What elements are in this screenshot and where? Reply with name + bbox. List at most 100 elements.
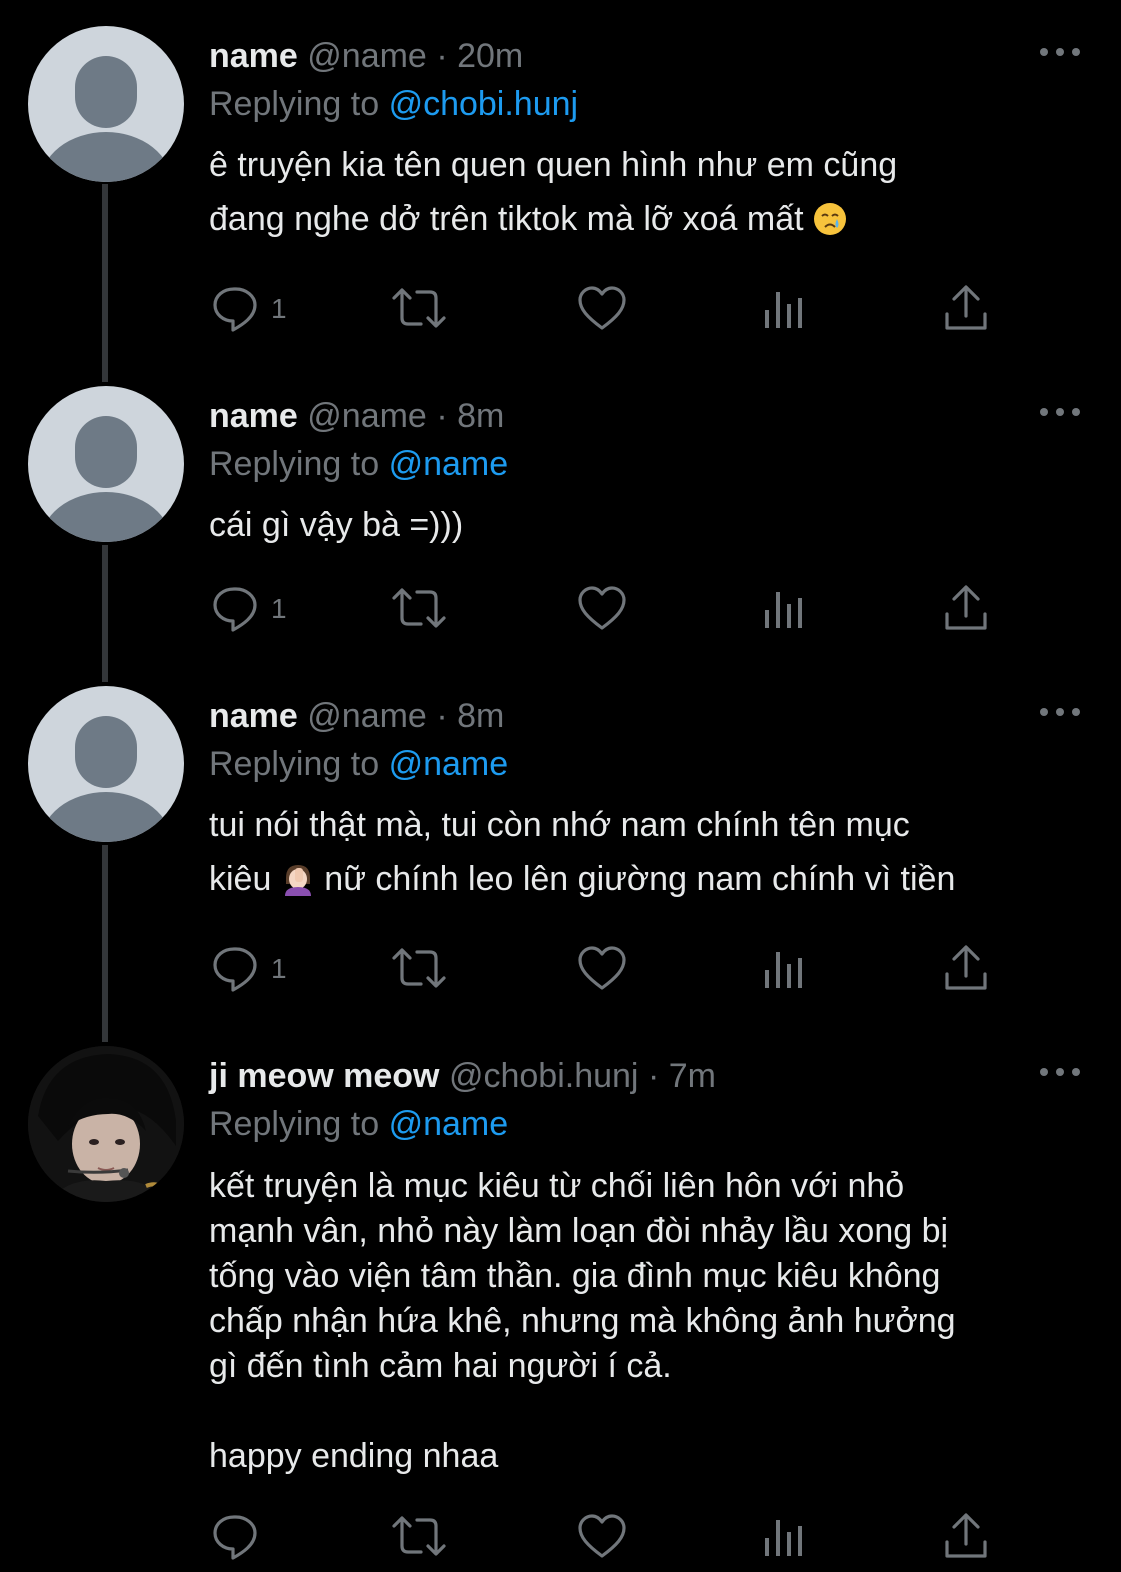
tweet-actions: 1 xyxy=(0,284,1121,344)
share-button[interactable] xyxy=(943,1512,989,1562)
user-handle[interactable]: @name xyxy=(307,697,427,735)
display-name[interactable]: name xyxy=(209,37,298,75)
tweet-header: name @name · 20m xyxy=(209,36,523,76)
tweet-header: name @name · 8m xyxy=(209,696,504,736)
retweet-icon xyxy=(392,1516,446,1556)
analytics-icon xyxy=(765,592,802,628)
more-options-icon[interactable] xyxy=(1040,1066,1080,1078)
tweet-actions xyxy=(0,1512,1121,1572)
replying-to: Replying to @name xyxy=(209,1104,508,1144)
mention-link[interactable]: @name xyxy=(389,445,509,483)
replying-to-label: Replying to xyxy=(209,745,380,783)
display-name[interactable]: name xyxy=(209,397,298,435)
tweet-text-line: happy ending nhaa xyxy=(209,1437,499,1475)
timestamp[interactable]: 20m xyxy=(457,37,523,75)
woman-facepalming-emoji-icon xyxy=(281,858,315,896)
retweet-icon xyxy=(392,948,446,988)
analytics-button[interactable] xyxy=(762,584,806,634)
replying-to: Replying to @name xyxy=(209,444,508,484)
more-options-icon[interactable] xyxy=(1040,706,1080,718)
reply-count: 1 xyxy=(271,953,287,984)
analytics-button[interactable] xyxy=(762,284,806,334)
tweet-header: name @name · 8m xyxy=(209,396,504,436)
tweet-text: cái gì vậy bà =))) xyxy=(209,498,1089,552)
mention-link[interactable]: @chobi.hunj xyxy=(389,85,579,123)
timestamp[interactable]: 8m xyxy=(457,697,504,735)
avatar[interactable] xyxy=(28,686,184,842)
reply-button[interactable]: 1 xyxy=(211,584,287,634)
crying-face-emoji-icon xyxy=(813,198,847,235)
avatar[interactable] xyxy=(28,1046,184,1202)
replying-to-label: Replying to xyxy=(209,85,380,123)
reply-icon xyxy=(213,587,257,632)
share-button[interactable] xyxy=(943,284,989,334)
tweet-actions: 1 xyxy=(0,944,1121,1004)
heart-icon xyxy=(578,586,626,630)
reply-button[interactable]: 1 xyxy=(211,944,287,994)
user-handle[interactable]: @chobi.hunj xyxy=(449,1057,639,1095)
separator-dot: · xyxy=(436,397,448,435)
tweet-text: kết truyện là mục kiêu từ chối liên hôn … xyxy=(209,1164,1089,1479)
tweet-text-line: cái gì vậy bà =))) xyxy=(209,506,464,544)
replying-to-label: Replying to xyxy=(209,445,380,483)
share-button[interactable] xyxy=(943,944,989,994)
mention-link[interactable]: @name xyxy=(389,745,509,783)
analytics-icon xyxy=(765,952,802,988)
heart-icon xyxy=(578,286,626,330)
default-avatar-icon xyxy=(40,416,172,542)
avatar[interactable] xyxy=(28,26,184,182)
reply-button[interactable]: 1 xyxy=(211,284,287,334)
separator-dot: · xyxy=(436,37,448,75)
share-icon xyxy=(945,945,987,990)
avatar[interactable] xyxy=(28,386,184,542)
mention-link[interactable]: @name xyxy=(389,1105,509,1143)
replying-to: Replying to @name xyxy=(209,744,508,784)
retweet-icon xyxy=(392,588,446,628)
reply-icon xyxy=(213,287,257,332)
tweet-text: ê truyện kia tên quen quen hình như em c… xyxy=(209,138,1089,246)
timestamp[interactable]: 8m xyxy=(457,397,504,435)
user-handle[interactable]: @name xyxy=(307,397,427,435)
timestamp[interactable]: 7m xyxy=(669,1057,716,1095)
share-icon xyxy=(945,585,987,630)
tweet-text-line: kiêu xyxy=(209,860,272,898)
like-button[interactable] xyxy=(577,1512,627,1562)
default-avatar-icon xyxy=(40,716,172,842)
retweet-button[interactable] xyxy=(390,944,448,994)
tweet-text-line: gì đến tình cảm hai người í cả. xyxy=(209,1347,672,1385)
analytics-button[interactable] xyxy=(762,1512,806,1562)
heart-icon xyxy=(578,946,626,990)
tweet-text: tui nói thật mà, tui còn nhớ nam chính t… xyxy=(209,798,1089,906)
reply-icon xyxy=(213,1515,257,1560)
user-handle[interactable]: @name xyxy=(307,37,427,75)
retweet-button[interactable] xyxy=(390,1512,448,1562)
reply-count: 1 xyxy=(271,593,287,624)
retweet-button[interactable] xyxy=(390,584,448,634)
profile-photo xyxy=(28,1046,184,1202)
tweet-text-line: tống vào viện tâm thần. gia đình mục kiê… xyxy=(209,1257,941,1295)
retweet-icon xyxy=(392,288,446,328)
tweet-actions: 1 xyxy=(0,584,1121,644)
like-button[interactable] xyxy=(577,584,627,634)
share-icon xyxy=(945,1513,987,1558)
like-button[interactable] xyxy=(577,944,627,994)
heart-icon xyxy=(578,1514,626,1558)
reply-icon xyxy=(213,947,257,992)
reply-button[interactable] xyxy=(211,1512,261,1562)
retweet-button[interactable] xyxy=(390,284,448,334)
display-name[interactable]: name xyxy=(209,697,298,735)
analytics-button[interactable] xyxy=(762,944,806,994)
tweet-text-line: kết truyện là mục kiêu từ chối liên hôn … xyxy=(209,1167,905,1205)
display-name[interactable]: ji meow meow xyxy=(209,1057,440,1095)
share-button[interactable] xyxy=(943,584,989,634)
like-button[interactable] xyxy=(577,284,627,334)
more-options-icon[interactable] xyxy=(1040,406,1080,418)
tweet-text-line: ê truyện kia tên quen quen hình như em c… xyxy=(209,146,898,184)
thread-line xyxy=(102,184,108,382)
more-options-icon[interactable] xyxy=(1040,46,1080,58)
default-avatar-icon xyxy=(40,56,172,182)
share-icon xyxy=(945,285,987,330)
separator-dot: · xyxy=(436,697,448,735)
tweet-text-line: tui nói thật mà, tui còn nhớ nam chính t… xyxy=(209,806,910,844)
separator-dot: · xyxy=(647,1057,660,1095)
